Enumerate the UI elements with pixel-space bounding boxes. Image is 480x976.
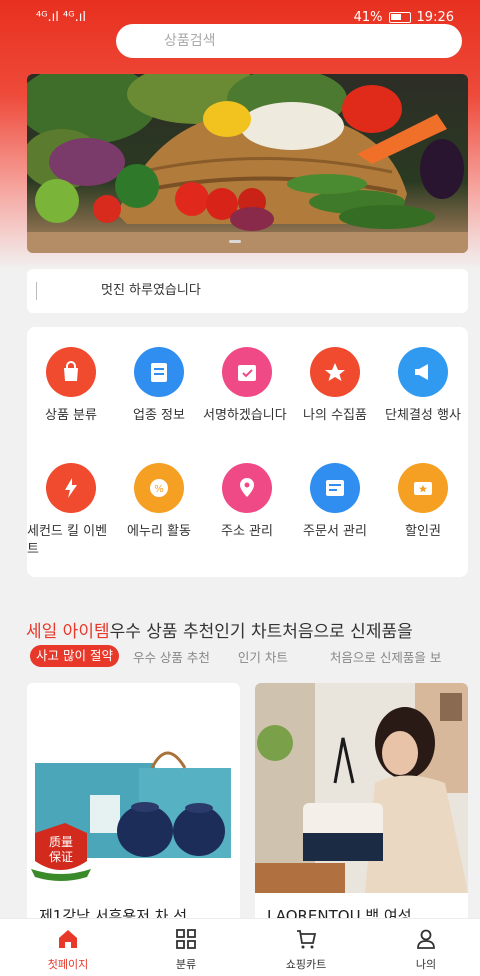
notice-divider (36, 282, 37, 300)
product-image-handbag-model (255, 683, 468, 893)
status-right: 41% 19:26 (354, 10, 454, 25)
tab-home[interactable]: 첫페이지 (28, 927, 108, 972)
notice-bar[interactable]: 멋진 하루였습니다 (27, 269, 468, 313)
notice-text: 멋진 하루였습니다 (101, 283, 201, 298)
shopping-bag-icon (46, 347, 96, 397)
category-label: 상품 분류 (45, 408, 97, 423)
category-item-industry-info[interactable]: 업종 정보 (115, 347, 203, 425)
category-label: 서명하겠습니다 (203, 408, 287, 423)
category-item-coupon[interactable]: 할인권 (379, 463, 467, 541)
product-card[interactable]: 质量 保证 제1강남 서후용저 차 선 (27, 683, 240, 933)
tab-my[interactable]: 나의 (386, 927, 466, 972)
tab-save-more[interactable]: 사고 많이 절약 (30, 645, 119, 667)
category-item-sign-in[interactable]: 서명하겠습니다 (203, 347, 291, 425)
category-item-discount-activity[interactable]: % 에누리 활동 (115, 463, 203, 541)
tab-label: 나의 (415, 958, 437, 971)
product-card[interactable]: LAORENTOU 백 여성 (255, 683, 468, 933)
megaphone-icon (398, 347, 448, 397)
tab-cart[interactable]: 쇼핑카트 (266, 927, 346, 972)
tab-recommended[interactable]: 우수 상품 추천 (133, 647, 210, 666)
star-collection-icon (310, 347, 360, 397)
category-item-order-manage[interactable]: 주문서 관리 (291, 463, 379, 541)
search-input[interactable]: 상품검색 (116, 24, 462, 58)
bottom-tab-bar: 첫페이지 분류 쇼핑카트 나의 (0, 918, 480, 976)
discount-icon: % (134, 463, 184, 513)
category-item-flash-sale[interactable]: 세컨드 킬 이벤트 (27, 463, 115, 559)
status-time: 19:26 (416, 10, 454, 25)
carousel-indicator[interactable] (229, 240, 241, 243)
search-placeholder: 상품검색 (164, 33, 216, 49)
tab-label: 첫페이지 (47, 958, 89, 971)
quality-badge-line2: 保证 (49, 850, 73, 864)
category-item-address-manage[interactable]: 주소 관리 (203, 463, 291, 541)
category-grid: 상품 분류 업종 정보 서명하겠습니다 나의 수집품 단체결성 행사 세컨드 킬… (27, 327, 468, 577)
category-label: 단체결성 행사 (385, 408, 461, 423)
category-label: 업종 정보 (133, 408, 185, 423)
grid-icon (176, 929, 196, 949)
category-label: 나의 수집품 (303, 408, 367, 423)
category-item-product-category[interactable]: 상품 분류 (27, 347, 115, 425)
tab-label: 분류 (175, 958, 197, 971)
tab-popular-chart[interactable]: 인기 차트 (238, 647, 288, 666)
category-label: 주문서 관리 (303, 524, 367, 539)
user-icon (417, 929, 435, 949)
category-label: 주소 관리 (221, 524, 273, 539)
category-item-my-collection[interactable]: 나의 수집품 (291, 347, 379, 425)
battery-percent: 41% (353, 10, 383, 25)
tab-category[interactable]: 분류 (146, 927, 226, 972)
coupon-icon (398, 463, 448, 513)
category-label: 할인권 (405, 524, 441, 539)
recommend-title: 세일 아이템우수 상품 추천인기 차트처음으로 신제품을 (26, 617, 413, 642)
svg-text:%: % (154, 484, 164, 495)
tab-label: 쇼핑카트 (285, 958, 327, 971)
recommend-title-rest: 우수 상품 추천인기 차트처음으로 신제품을 (109, 622, 413, 642)
signal-icon: ⁴ᴳ.ıl ⁴ᴳ.ıl (36, 10, 86, 25)
product-image-tea-set: 质量 保证 (27, 683, 240, 893)
category-label: 세컨드 킬 이벤트 (27, 524, 108, 557)
home-icon (59, 930, 77, 948)
flash-sale-icon (46, 463, 96, 513)
status-left: ⁴ᴳ.ıl ⁴ᴳ.ıl (36, 10, 86, 25)
category-item-group-event[interactable]: 단체결성 행사 (379, 347, 467, 425)
category-label: 에누리 활동 (127, 524, 191, 539)
order-list-icon (310, 463, 360, 513)
tab-new-products[interactable]: 처음으로 신제품을 보 (330, 647, 441, 666)
location-pin-icon (222, 463, 272, 513)
battery-icon (388, 12, 411, 23)
promo-banner[interactable] (27, 74, 468, 253)
vegetable-basket-image (27, 74, 468, 253)
recommend-title-highlight: 세일 아이템 (26, 622, 110, 642)
quality-badge-line1: 质量 (49, 835, 73, 849)
recommend-tabs: 사고 많이 절약 우수 상품 추천 인기 차트 처음으로 신제품을 보 (30, 645, 441, 667)
document-icon (134, 347, 184, 397)
cart-icon (297, 930, 317, 949)
calendar-check-icon (222, 347, 272, 397)
